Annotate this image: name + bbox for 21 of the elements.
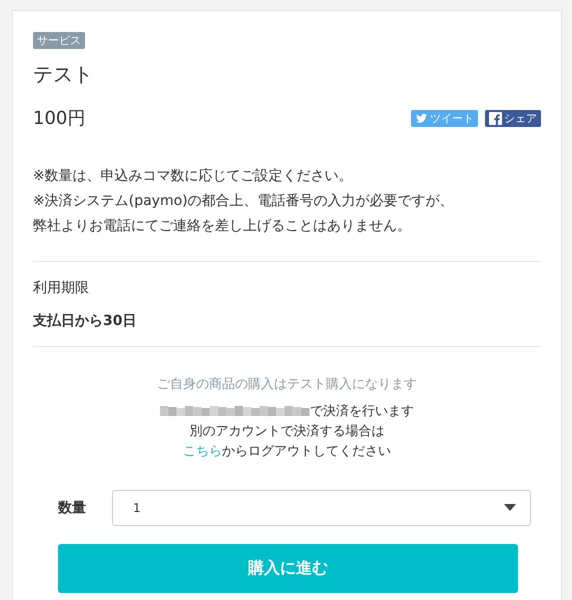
logout-instruction: こちらからログアウトしてください bbox=[182, 443, 392, 461]
test-purchase-notice: ご自身の商品の購入はテスト購入になります bbox=[156, 376, 418, 394]
validity-value: 支払日から30日 bbox=[33, 312, 138, 330]
note-text: ※決済システム(paymo)の都合上、電話番号の入力が必要ですが、 bbox=[33, 192, 455, 211]
product-title: テスト bbox=[33, 61, 94, 88]
logout-link[interactable]: こちら bbox=[183, 444, 222, 459]
payment-account-text: で決済を行います bbox=[310, 403, 414, 421]
switch-account-text: 別のアカウントで決済する場合は bbox=[188, 423, 386, 441]
purchase-button[interactable]: 購入に進む bbox=[58, 544, 518, 593]
validity-label: 利用期限 bbox=[33, 279, 90, 297]
share-button[interactable]: ツイート bbox=[411, 110, 478, 126]
bird-icon bbox=[415, 112, 428, 124]
facebook-icon bbox=[489, 112, 502, 124]
category-badge: サービス bbox=[33, 32, 85, 49]
quantity-label: 数量 bbox=[58, 499, 87, 517]
note-text: ※数量は、申込みコマ数に応じてご設定ください。 bbox=[33, 167, 354, 186]
price: 100円 bbox=[33, 107, 86, 130]
note-text: 弊社よりお電話にてご連絡を差し上げることはありません。 bbox=[33, 217, 412, 236]
quantity-select[interactable]: 1 bbox=[112, 490, 531, 526]
caret-icon bbox=[504, 504, 516, 512]
share-button[interactable]: シェア bbox=[485, 110, 541, 126]
